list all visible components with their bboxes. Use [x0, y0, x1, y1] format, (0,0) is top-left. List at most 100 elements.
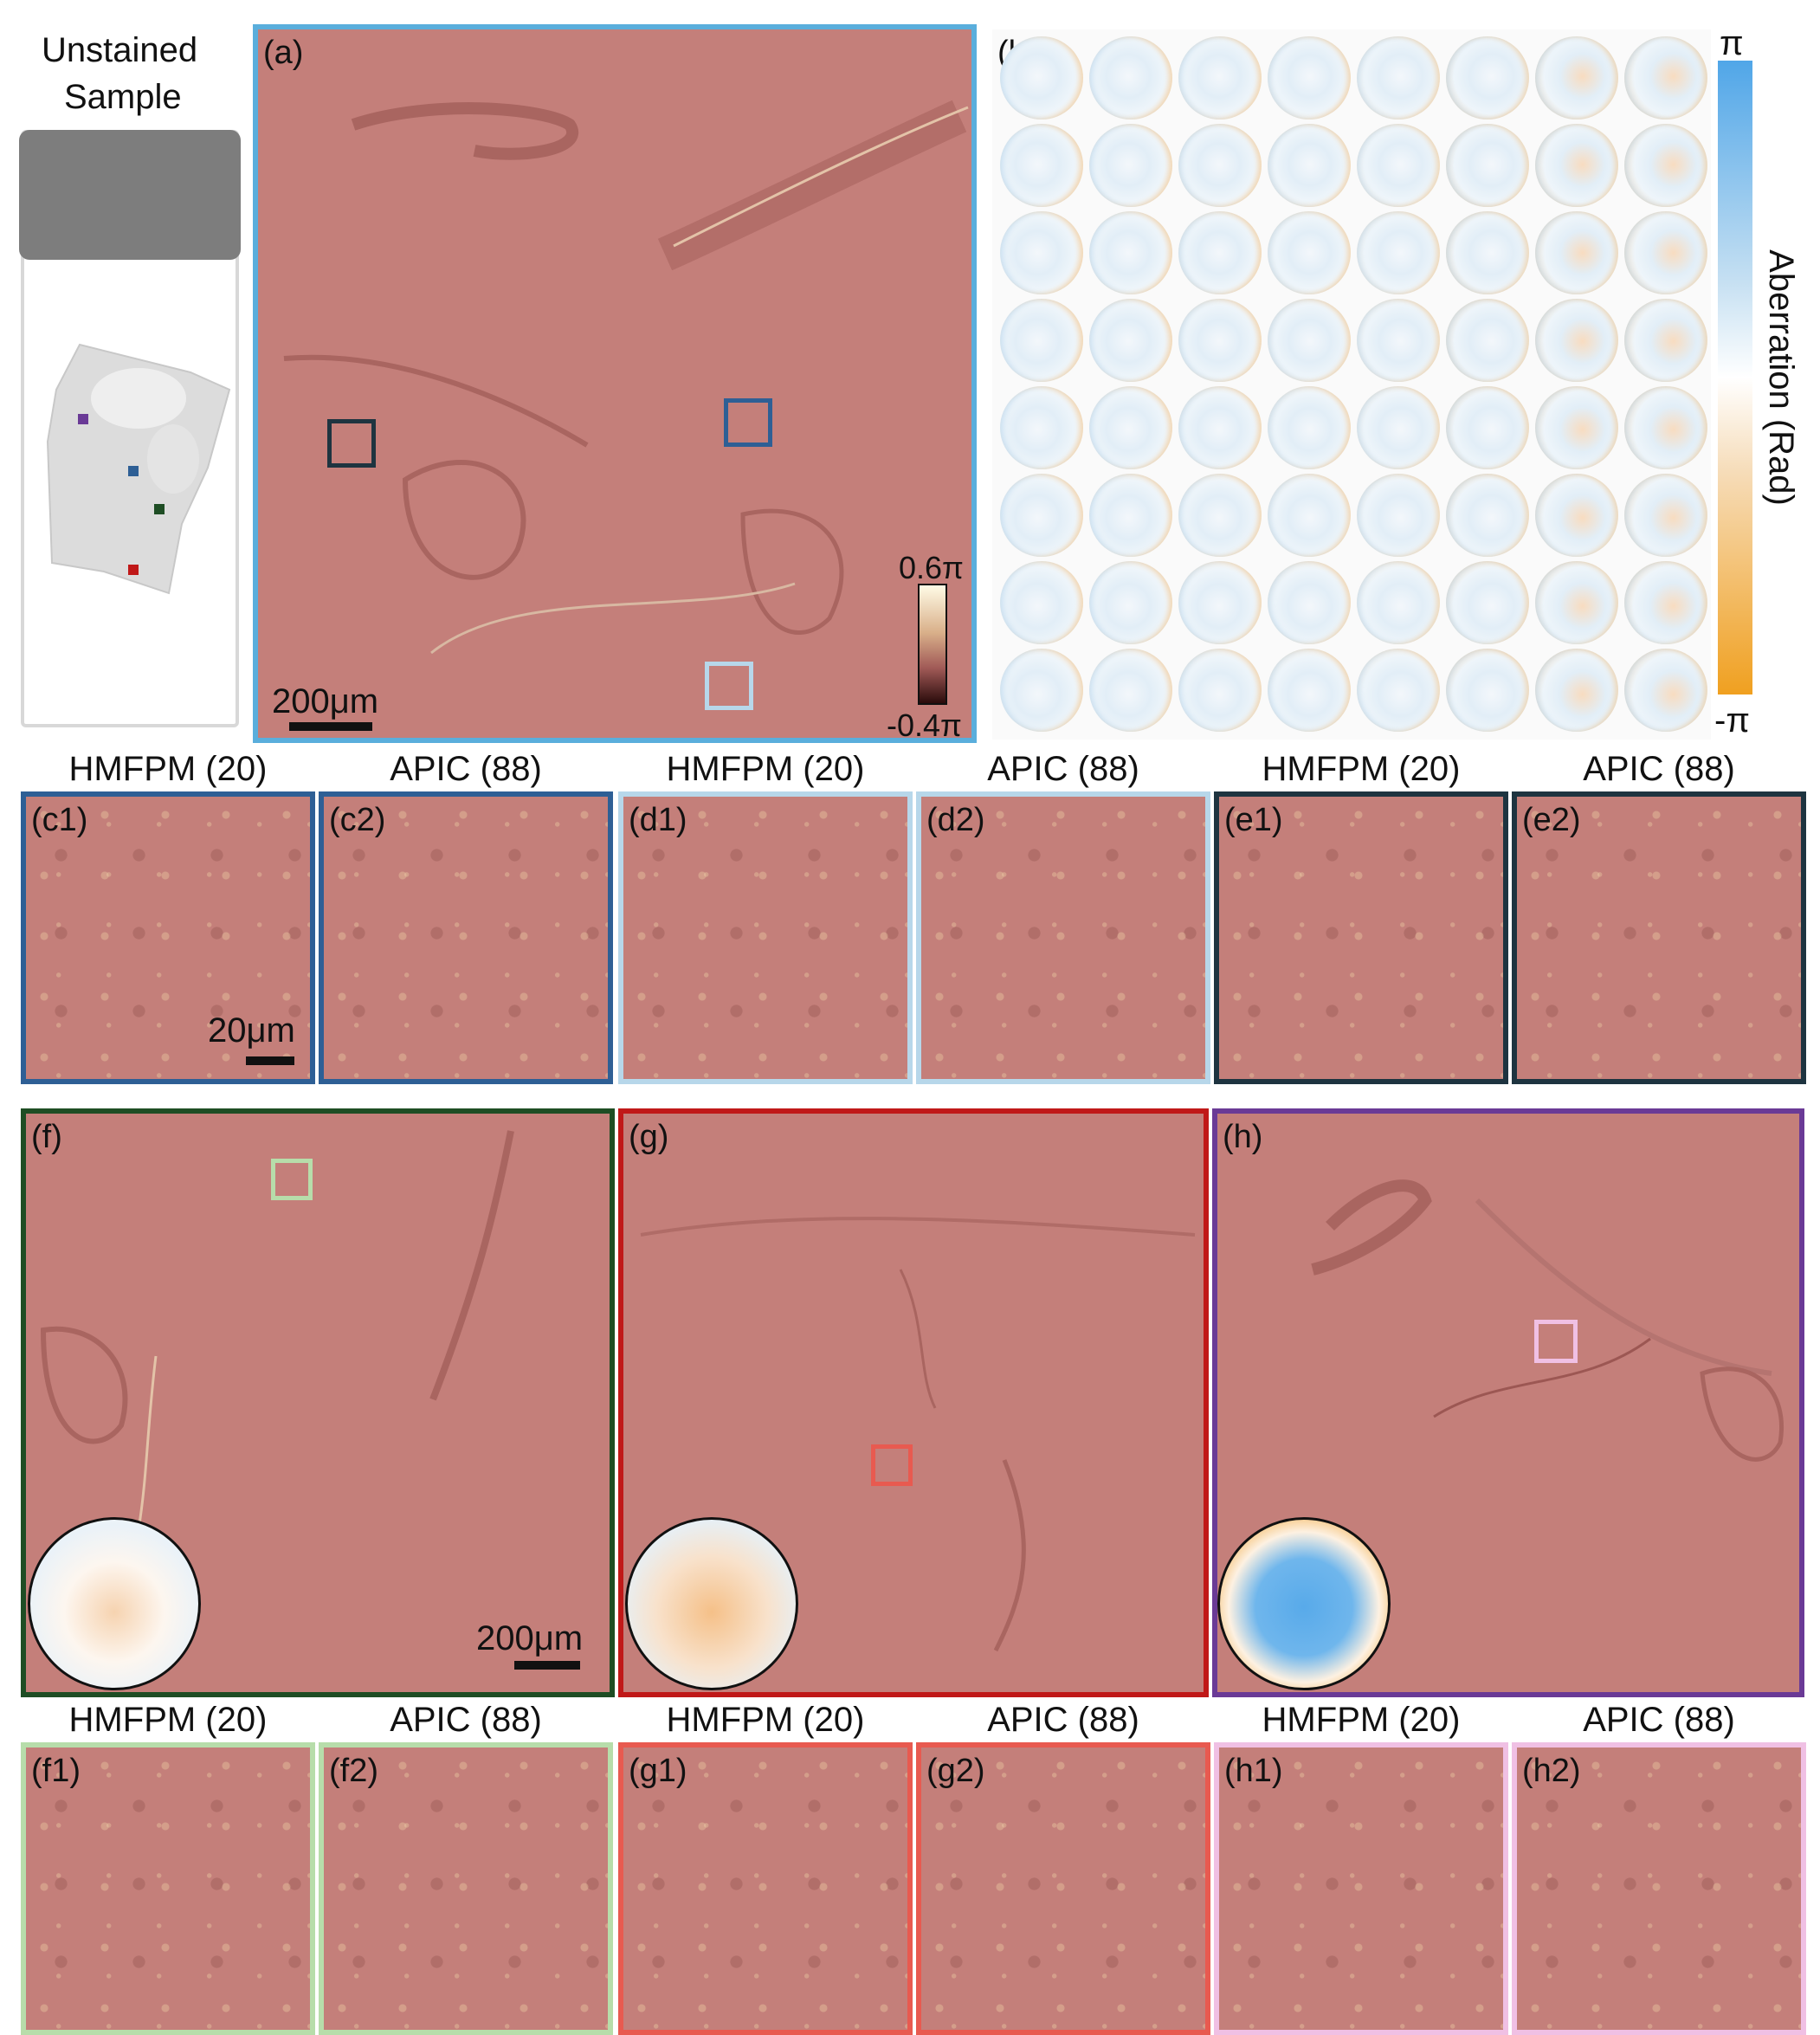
zoom-panel-label-row1-1: (c1) [31, 802, 88, 838]
pupil-tile [1357, 36, 1440, 120]
zoom-panel-label-row2-6: (h2) [1522, 1753, 1581, 1789]
pupil-tile [1357, 386, 1440, 469]
zoom-panel-label-row1-4: (d2) [926, 802, 985, 838]
pupil-tile [1446, 211, 1529, 294]
tissue-sample-shape [46, 343, 231, 595]
panel-b-cbar-top: π [1720, 24, 1744, 62]
pupil-tile [1089, 211, 1172, 294]
pupil-tile [1089, 561, 1172, 644]
panel-h-label: (h) [1223, 1119, 1263, 1155]
zoom-panel-row2-5: (h1) [1214, 1742, 1508, 2035]
pupil-tile [1624, 124, 1707, 207]
pupil-tile [1089, 36, 1172, 120]
roi-h-box [1534, 1320, 1578, 1363]
zoom-panel-row1-6: (e2) [1512, 791, 1806, 1084]
panel-b-cbar-bottom: -π [1714, 701, 1750, 740]
pupil-tile [1000, 474, 1083, 557]
roi-d-box [705, 662, 753, 710]
pupil-tile [1624, 211, 1707, 294]
column-header-row2-6: APIC (88) [1583, 1701, 1735, 1739]
zoom-panel-label-row2-1: (f1) [31, 1753, 81, 1789]
panel-a-image: (a) 200μm 0.6π -0.4π [253, 24, 977, 743]
panel-a-scalebar [289, 722, 372, 731]
column-header-row2-3: HMFPM (20) [666, 1701, 865, 1739]
pupil-tile [1178, 649, 1262, 732]
zoom-panel-row1-4: (d2) [916, 791, 1210, 1084]
column-header-row2-4: APIC (88) [987, 1701, 1139, 1739]
pupil-tile [1268, 211, 1351, 294]
roi-marker-green [154, 504, 165, 514]
zoom-panel-label-row2-4: (g2) [926, 1753, 985, 1789]
row1-scalebar-label: 20μm [208, 1011, 295, 1050]
pupil-tile [1357, 211, 1440, 294]
roi-marker-red [128, 565, 139, 575]
zoom-panel-label-row1-3: (d1) [629, 802, 687, 838]
pupil-tile [1089, 124, 1172, 207]
column-header-row1-6: APIC (88) [1583, 750, 1735, 788]
pupil-tile [1178, 124, 1262, 207]
pupil-tile [1535, 474, 1618, 557]
pupil-tile [1178, 211, 1262, 294]
roi-g-box [871, 1444, 913, 1486]
pupil-tile [1446, 561, 1529, 644]
pupil-tile [1624, 474, 1707, 557]
pupil-tile [1357, 649, 1440, 732]
zoom-panel-row2-3: (g1) [618, 1742, 913, 2035]
pupil-tile [1446, 649, 1529, 732]
panel-g-label: (g) [629, 1119, 669, 1155]
pupil-tile [1178, 474, 1262, 557]
pupil-tile [1089, 386, 1172, 469]
pupil-tile [1000, 649, 1083, 732]
pupil-tile [1624, 561, 1707, 644]
pupil-tile [1268, 36, 1351, 120]
zoom-panel-row2-4: (g2) [916, 1742, 1210, 2035]
zoom-panel-row1-1: (c1) 20μm [21, 791, 315, 1084]
roi-e-box [327, 419, 376, 468]
pupil-tile [1446, 474, 1529, 557]
zoom-panel-label-row1-5: (e1) [1224, 802, 1283, 838]
panel-b-cbar-title: Aberration (Rad) [1762, 249, 1800, 506]
column-header-row1-1: HMFPM (20) [68, 750, 268, 788]
pupil-tile [1178, 299, 1262, 382]
panel-a-label: (a) [263, 35, 304, 71]
column-header-row2-2: APIC (88) [390, 1701, 542, 1739]
panel-f-image: (f) 200μm [21, 1108, 615, 1697]
pupil-tile [1357, 299, 1440, 382]
pupil-tile [1268, 386, 1351, 469]
pupil-tile [1624, 36, 1707, 120]
pupil-tile [1446, 299, 1529, 382]
panel-a-texture [283, 100, 969, 655]
zoom-panel-label-row2-5: (h1) [1224, 1753, 1283, 1789]
pupil-tile [1535, 36, 1618, 120]
panel-a-cbar-max: 0.6π [899, 550, 964, 585]
pupil-tile [1446, 386, 1529, 469]
pupil-grid-tiles [997, 35, 1707, 736]
zoom-panel-row2-6: (h2) [1512, 1742, 1806, 2035]
panel-a-scalebar-label: 200μm [272, 682, 379, 720]
pupil-tile [1624, 299, 1707, 382]
pupil-tile [1089, 474, 1172, 557]
sample-title-line1: Unstained [42, 31, 198, 69]
pupil-tile [1268, 649, 1351, 732]
pupil-tile [1535, 386, 1618, 469]
pupil-tile [1000, 36, 1083, 120]
pupil-tile [1535, 211, 1618, 294]
pupil-tile [1000, 211, 1083, 294]
panel-f-scalebar [514, 1661, 580, 1670]
zoom-panel-label-row2-3: (g1) [629, 1753, 687, 1789]
column-header-row1-5: HMFPM (20) [1262, 750, 1461, 788]
panel-a-cbar-min: -0.4π [887, 707, 962, 743]
pupil-tile [1357, 561, 1440, 644]
panel-b-colorbar [1718, 61, 1752, 694]
pupil-tile [1000, 299, 1083, 382]
pupil-tile [1178, 561, 1262, 644]
pupil-tile [1000, 561, 1083, 644]
zoom-panel-label-row2-2: (f2) [329, 1753, 378, 1789]
pupil-tile [1268, 299, 1351, 382]
column-header-row1-3: HMFPM (20) [666, 750, 865, 788]
pupil-tile [1000, 386, 1083, 469]
zoom-panel-label-row1-6: (e2) [1522, 802, 1581, 838]
pupil-tile [1535, 124, 1618, 207]
zoom-panel-row1-5: (e1) [1214, 791, 1508, 1084]
pupil-tile [1000, 124, 1083, 207]
